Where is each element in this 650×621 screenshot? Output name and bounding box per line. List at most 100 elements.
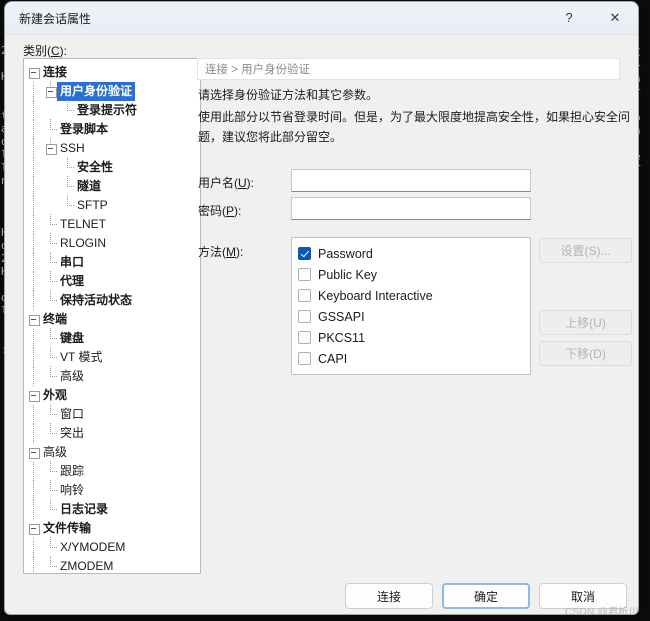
tree-elbow xyxy=(50,290,57,301)
tree-item[interactable]: 跟踪 xyxy=(24,461,200,481)
tree-item[interactable]: 代理 xyxy=(24,271,200,291)
tree-guide-line xyxy=(33,557,34,573)
tree-item[interactable]: 登录脚本 xyxy=(24,119,200,139)
window-title: 新建会话属性 xyxy=(19,12,92,26)
tree-item[interactable]: SFTP xyxy=(24,195,200,215)
tree-guide-line xyxy=(33,367,34,386)
tree-item-label: X/YMODEM xyxy=(60,540,126,554)
tree-item[interactable]: 键盘 xyxy=(24,328,200,348)
connect-button[interactable]: 连接 xyxy=(345,583,433,609)
settings-button[interactable]: 设置(S)... xyxy=(539,238,632,263)
tree-guide-line xyxy=(33,538,34,557)
method-item[interactable]: Password xyxy=(298,243,530,264)
tree-elbow xyxy=(67,157,74,168)
password-input[interactable] xyxy=(291,197,531,220)
tree-guide-line xyxy=(33,120,34,139)
tree-item-label: 代理 xyxy=(60,274,85,288)
tree-item[interactable]: RLOGIN xyxy=(24,233,200,253)
checkbox-icon[interactable] xyxy=(298,268,311,281)
tree-item[interactable]: 安全性 xyxy=(24,157,200,177)
tree-item[interactable]: 日志记录 xyxy=(24,499,200,519)
tree-item-label: SSH xyxy=(60,141,85,155)
tree-item-label: 突出 xyxy=(60,426,85,440)
tree-item[interactable]: 连接 xyxy=(24,63,200,82)
tree-item-label: SFTP xyxy=(77,198,108,212)
tree-elbow xyxy=(50,480,57,491)
method-item[interactable]: PKCS11 xyxy=(298,327,530,348)
tree-collapse-icon[interactable] xyxy=(29,68,40,79)
method-item[interactable]: Public Key xyxy=(298,264,530,285)
tree-elbow xyxy=(50,271,57,282)
tree-item[interactable]: VT 模式 xyxy=(24,347,200,367)
tree-elbow xyxy=(50,233,57,244)
checkbox-icon[interactable] xyxy=(298,331,311,344)
method-item-label: Keyboard Interactive xyxy=(318,288,433,303)
tree-guide-line xyxy=(33,234,34,253)
tree-item[interactable]: 窗口 xyxy=(24,404,200,424)
tree-item[interactable]: 终端 xyxy=(24,310,200,329)
checkbox-icon[interactable] xyxy=(298,310,311,323)
tree-guide-line xyxy=(33,291,34,310)
tree-item[interactable]: 保持活动状态 xyxy=(24,290,200,310)
username-label: 用户名(U): xyxy=(198,176,255,190)
tree-item[interactable]: SSH xyxy=(24,138,200,158)
method-item-label: PKCS11 xyxy=(318,330,366,345)
tree-item[interactable]: 外观 xyxy=(24,386,200,405)
category-tree[interactable]: 连接 用户身份验证登录提示符登录脚本 SSH 安全性 隧道 SFTP TELNET RLOGI… xyxy=(23,58,201,574)
tree-elbow xyxy=(50,556,57,567)
tree-guide-line xyxy=(33,329,34,348)
tree-item-label: RLOGIN xyxy=(60,236,107,250)
help-icon[interactable]: ? xyxy=(546,2,592,33)
tree-elbow xyxy=(50,119,57,130)
username-input[interactable] xyxy=(291,169,531,192)
checkbox-icon[interactable] xyxy=(298,247,311,260)
tree-collapse-icon[interactable] xyxy=(46,144,57,155)
ok-button[interactable]: 确定 xyxy=(442,583,530,609)
tree-item[interactable]: ZMODEM xyxy=(24,556,200,573)
auth-method-list[interactable]: Password Public Key Keyboard Interactive GS… xyxy=(291,237,531,375)
close-icon[interactable]: ✕ xyxy=(592,2,638,33)
method-item[interactable]: GSSAPI xyxy=(298,306,530,327)
tree-item[interactable]: 登录提示符 xyxy=(24,100,200,120)
checkbox-icon[interactable] xyxy=(298,289,311,302)
tree-item[interactable]: 隧道 xyxy=(24,176,200,196)
tree-guide-line xyxy=(33,253,34,272)
tree-collapse-icon[interactable] xyxy=(29,391,40,402)
move-down-button[interactable]: 下移(D) xyxy=(539,341,632,366)
tree-elbow xyxy=(50,537,57,548)
move-up-button[interactable]: 上移(U) xyxy=(539,310,632,335)
tree-guide-line xyxy=(33,424,34,443)
tree-guide-line xyxy=(33,462,34,481)
tree-item[interactable]: TELNET xyxy=(24,214,200,234)
password-label: 密码(P): xyxy=(198,204,242,218)
method-item-label: GSSAPI xyxy=(318,309,365,324)
watermark: CSDN @君析川 xyxy=(565,607,639,615)
tree-collapse-icon[interactable] xyxy=(46,87,57,98)
tree-elbow xyxy=(67,195,74,206)
tree-elbow xyxy=(50,423,57,434)
tree-item-label: 登录提示符 xyxy=(77,103,138,117)
tree-guide-line xyxy=(33,101,34,120)
tree-elbow xyxy=(50,347,57,358)
tree-item[interactable]: 突出 xyxy=(24,423,200,443)
method-item-label: Public Key xyxy=(318,267,378,282)
tree-collapse-icon[interactable] xyxy=(29,315,40,326)
tree-guide-line xyxy=(33,348,34,367)
tree-collapse-icon[interactable] xyxy=(29,448,40,459)
tree-item[interactable]: 高级 xyxy=(24,366,200,386)
tree-elbow xyxy=(50,366,57,377)
tree-item[interactable]: 高级 xyxy=(24,443,200,462)
method-label: 方法(M): xyxy=(198,245,244,259)
tree-guide-line xyxy=(33,272,34,291)
tree-item[interactable]: 文件传输 xyxy=(24,519,200,538)
tree-item-label: 响铃 xyxy=(60,483,85,497)
tree-item-label: 高级 xyxy=(43,445,68,459)
method-item[interactable]: Keyboard Interactive xyxy=(298,285,530,306)
tree-collapse-icon[interactable] xyxy=(29,524,40,535)
tree-item[interactable]: 串口 xyxy=(24,252,200,272)
tree-item[interactable]: 响铃 xyxy=(24,480,200,500)
method-item[interactable]: CAPI xyxy=(298,348,530,369)
checkbox-icon[interactable] xyxy=(298,352,311,365)
tree-item[interactable]: 用户身份验证 xyxy=(24,81,200,101)
tree-item[interactable]: X/YMODEM xyxy=(24,537,200,557)
